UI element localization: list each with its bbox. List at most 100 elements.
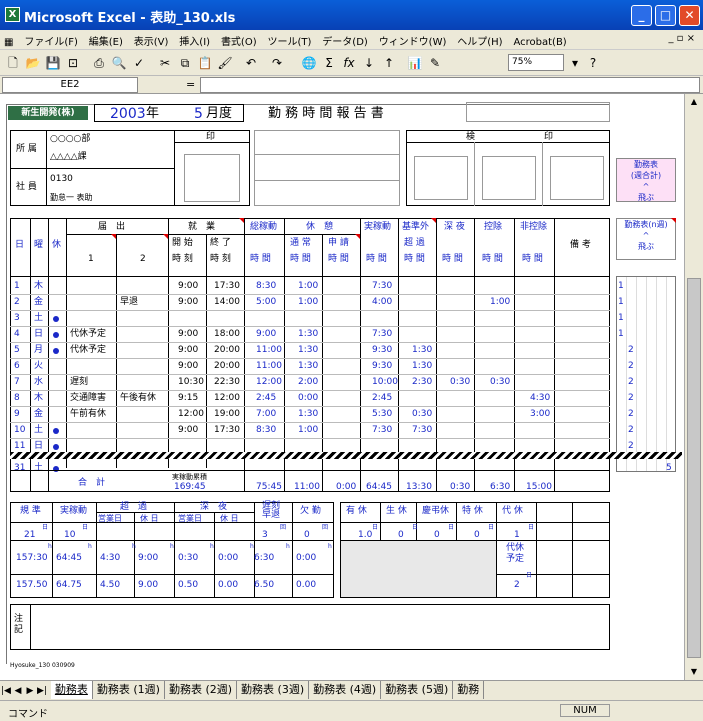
leave-value[interactable]: 0: [398, 530, 404, 541]
leave-value[interactable]: 1: [514, 530, 520, 541]
row-rest[interactable]: 1:00: [298, 297, 318, 308]
print-icon[interactable]: ⎙: [90, 54, 108, 72]
row-rest[interactable]: 1:30: [298, 409, 318, 420]
autosum-icon[interactable]: Σ: [320, 54, 338, 72]
redo-icon[interactable]: ↷: [268, 54, 286, 72]
prev-sheet-icon[interactable]: ◀: [12, 682, 24, 700]
remarks-box[interactable]: [10, 604, 610, 650]
row-attend1[interactable]: 代休予定: [70, 345, 106, 356]
zoom-dropdown-icon[interactable]: ▾: [566, 54, 584, 72]
hyperlink-icon[interactable]: 🌐: [300, 54, 318, 72]
name-box[interactable]: EE2: [2, 77, 138, 93]
row-start[interactable]: 9:00: [178, 281, 198, 292]
last-sheet-icon[interactable]: ▶|: [36, 682, 48, 700]
tab-week5[interactable]: 勤務表 (5週): [381, 681, 454, 699]
close-button[interactable]: ✕: [679, 5, 700, 26]
row-start[interactable]: 9:00: [178, 297, 198, 308]
minimize-button[interactable]: _: [631, 5, 652, 26]
leave-value[interactable]: 0: [474, 530, 480, 541]
chart-wizard-icon[interactable]: 📊: [406, 54, 424, 72]
row-rest[interactable]: 1:30: [298, 345, 318, 356]
tab-main[interactable]: 勤務表: [50, 681, 93, 699]
menu-data[interactable]: データ(D): [318, 30, 372, 51]
scroll-down-icon[interactable]: ▼: [685, 664, 703, 680]
row-rest[interactable]: 1:00: [298, 281, 318, 292]
leave-value[interactable]: 0: [434, 530, 440, 541]
paste-icon[interactable]: 📋: [196, 54, 214, 72]
row-end[interactable]: 19:00: [214, 409, 240, 420]
weekly-total-jump-button[interactable]: 勤務表 (週合計) ^ 飛ぶ: [616, 158, 676, 202]
row-end[interactable]: 22:30: [214, 377, 240, 388]
row-end[interactable]: 12:00: [214, 393, 240, 404]
scroll-up-icon[interactable]: ▲: [685, 94, 703, 110]
first-sheet-icon[interactable]: |◀: [0, 682, 12, 700]
row-attend1[interactable]: 代休予定: [70, 329, 106, 340]
row-attend2[interactable]: 午後有休: [120, 393, 156, 404]
tab-more[interactable]: 勤務: [453, 681, 485, 699]
row-rest[interactable]: 0:00: [298, 393, 318, 404]
maximize-button[interactable]: □: [655, 5, 676, 26]
cut-icon[interactable]: ✂: [156, 54, 174, 72]
help-icon[interactable]: ?: [584, 54, 602, 72]
row-end[interactable]: 14:00: [214, 297, 240, 308]
dept-line2[interactable]: △△△△課: [50, 152, 87, 163]
row-attend1[interactable]: 遅刻: [70, 377, 88, 388]
worksheet[interactable]: 新生開発(株) 2003 年 5 月度 勤 務 時 間 報 告 書 所 属 ○○…: [0, 94, 684, 680]
save-icon[interactable]: 💾: [44, 54, 62, 72]
permission-icon[interactable]: ⊡: [64, 54, 82, 72]
row-rest[interactable]: 1:30: [298, 361, 318, 372]
row-start[interactable]: 10:30: [178, 377, 204, 388]
menu-view[interactable]: 表示(V): [130, 30, 173, 51]
tab-week2[interactable]: 勤務表 (2週): [165, 681, 238, 699]
menu-acrobat[interactable]: Acrobat(B): [509, 34, 570, 51]
row-rest[interactable]: 2:00: [298, 377, 318, 388]
function-icon[interactable]: fx: [340, 54, 358, 72]
new-icon[interactable]: 🗋: [4, 54, 22, 72]
tab-week3[interactable]: 勤務表 (3週): [237, 681, 310, 699]
leave-value[interactable]: 1.0: [358, 530, 372, 541]
menu-insert[interactable]: 挿入(I): [175, 30, 214, 51]
scroll-thumb[interactable]: [687, 278, 701, 658]
spelling-icon[interactable]: ✓: [130, 54, 148, 72]
menu-edit[interactable]: 編集(E): [85, 30, 127, 51]
row-start[interactable]: 12:00: [178, 409, 204, 420]
employee-id[interactable]: 0130: [50, 174, 73, 185]
drawing-icon[interactable]: ✎: [426, 54, 444, 72]
copy-icon[interactable]: ⧉: [176, 54, 194, 72]
undo-icon[interactable]: ↶: [242, 54, 260, 72]
row-attend1[interactable]: 交通障害: [70, 393, 106, 404]
row-end[interactable]: 17:30: [214, 281, 240, 292]
week-n-jump-button[interactable]: 勤務表(n週) ^ 飛ぶ: [616, 218, 676, 260]
row-rest[interactable]: 1:00: [298, 425, 318, 436]
row-start[interactable]: 9:00: [178, 361, 198, 372]
employee-name[interactable]: 勤怠一 表助: [50, 192, 93, 203]
row-end[interactable]: 18:00: [214, 329, 240, 340]
zoom-select[interactable]: 75%: [508, 54, 564, 71]
row-start[interactable]: 9:00: [178, 425, 198, 436]
row-end[interactable]: 17:30: [214, 425, 240, 436]
row-start[interactable]: 9:15: [178, 393, 198, 404]
row-start[interactable]: 9:00: [178, 345, 198, 356]
row-start[interactable]: 9:00: [178, 329, 198, 340]
open-icon[interactable]: 📂: [24, 54, 42, 72]
menu-file[interactable]: ファイル(F): [20, 30, 82, 51]
menu-tools[interactable]: ツール(T): [264, 30, 316, 51]
row-rest[interactable]: 1:30: [298, 329, 318, 340]
row-attend2[interactable]: 早退: [120, 297, 138, 308]
next-sheet-icon[interactable]: ▶: [24, 682, 36, 700]
dept-line1[interactable]: ○○○○部: [50, 134, 90, 145]
sort-descending-icon[interactable]: ↑: [380, 54, 398, 72]
tab-week1[interactable]: 勤務表 (1週): [93, 681, 165, 699]
menu-window[interactable]: ウィンドウ(W): [375, 30, 451, 51]
menu-help[interactable]: ヘルプ(H): [453, 30, 506, 51]
format-painter-icon[interactable]: 🖌: [216, 54, 234, 72]
year-value[interactable]: 2003: [110, 106, 146, 122]
row-attend1[interactable]: 午前有休: [70, 409, 106, 420]
doc-window-controls[interactable]: _ ▫ ×: [664, 30, 699, 47]
sort-ascending-icon[interactable]: ↓: [360, 54, 378, 72]
menu-format[interactable]: 書式(O): [217, 30, 261, 51]
print-preview-icon[interactable]: 🔍: [110, 54, 128, 72]
row-end[interactable]: 20:00: [214, 361, 240, 372]
row-end[interactable]: 20:00: [214, 345, 240, 356]
formula-input[interactable]: [200, 77, 700, 93]
